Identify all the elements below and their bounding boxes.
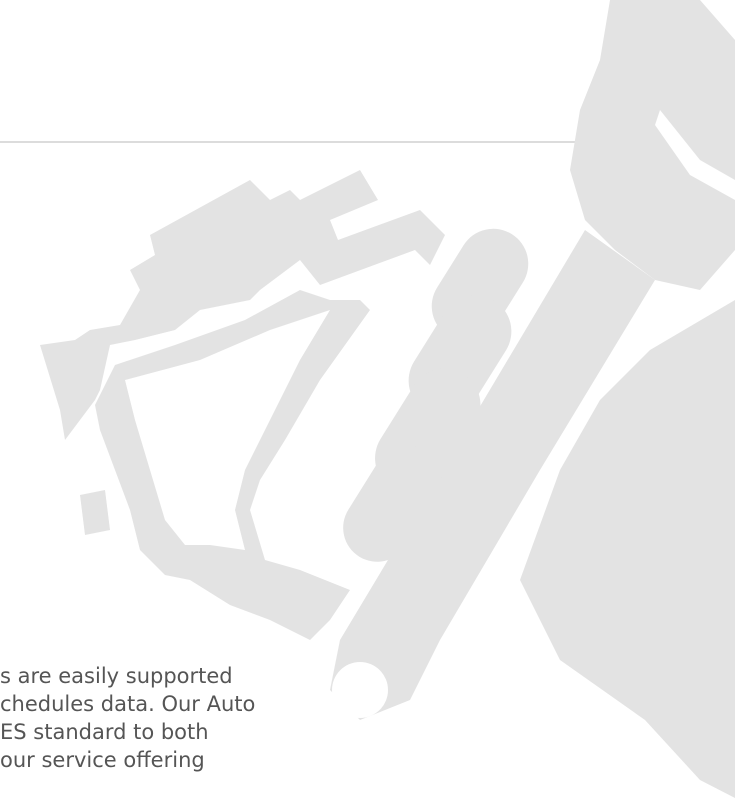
description-line-1: s are easily supported bbox=[0, 664, 233, 688]
page: s are easily supported chedules data. Ou… bbox=[0, 0, 735, 798]
description-text: s are easily supported chedules data. Ou… bbox=[0, 662, 420, 774]
description-line-3: ES standard to both bbox=[0, 720, 209, 744]
description-line-2: chedules data. Our Auto bbox=[0, 692, 256, 716]
description-line-4: our service offering bbox=[0, 748, 205, 772]
